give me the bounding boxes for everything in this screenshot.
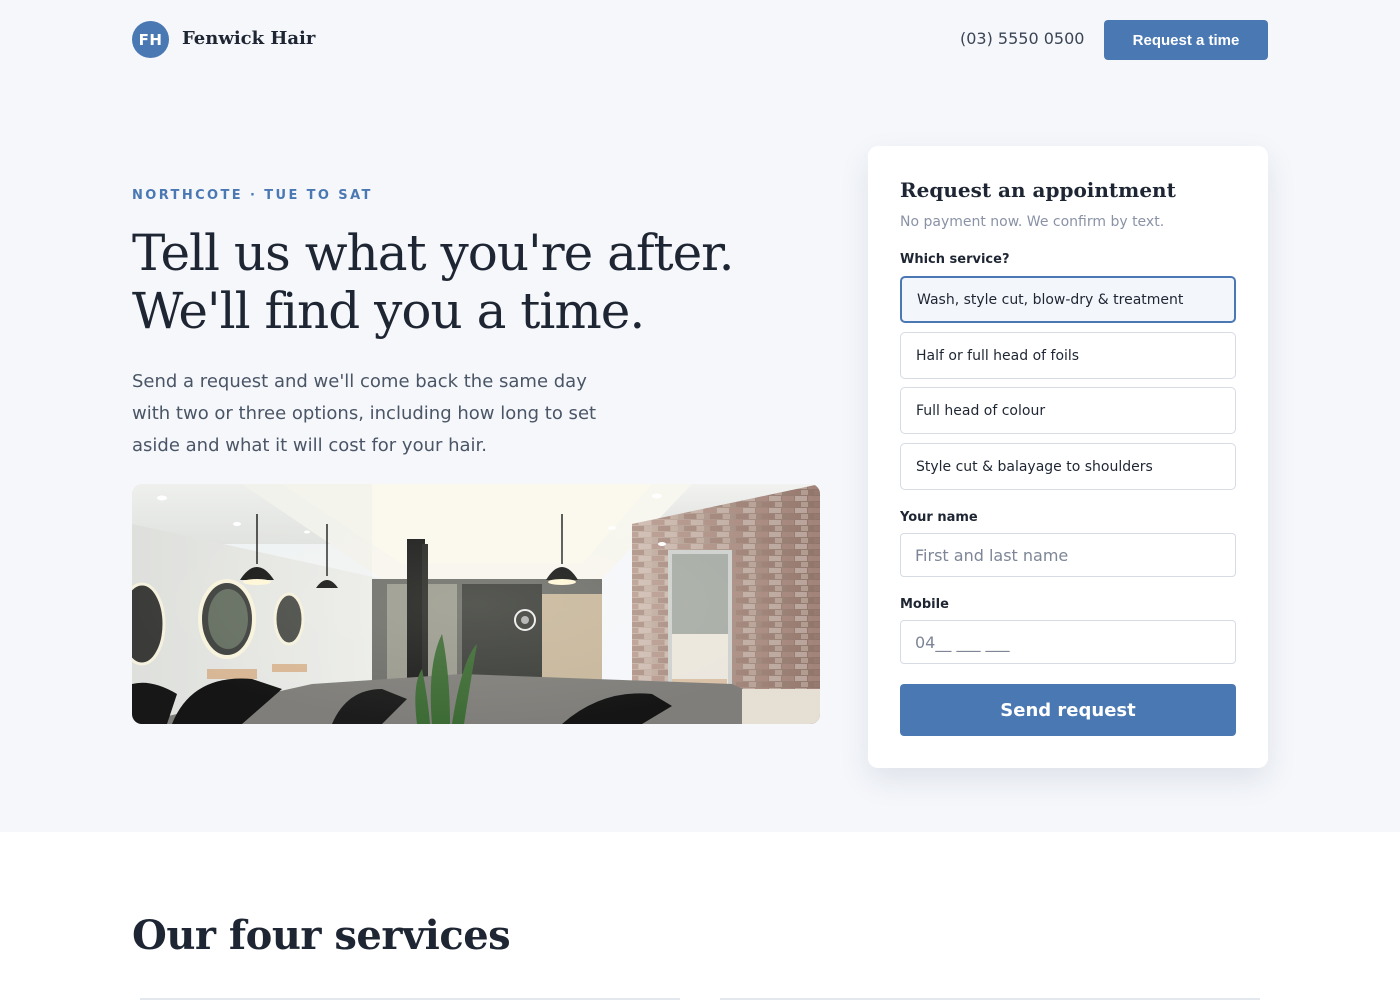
services-section: Our four services (0, 832, 1400, 1000)
form-title: Request an appointment (900, 178, 1176, 202)
service-option-label: Style cut & balayage to shoulders (916, 458, 1153, 475)
service-option[interactable]: Style cut & balayage to shoulders (900, 443, 1236, 490)
hero-eyebrow: NORTHCOTE · TUE TO SAT (132, 188, 373, 203)
request-time-button[interactable]: Request a time (1104, 20, 1268, 60)
mobile-input[interactable] (900, 620, 1236, 664)
hero-title: Tell us what you're after. We'll find yo… (132, 224, 734, 340)
send-request-button[interactable]: Send request (900, 684, 1236, 736)
name-input[interactable] (900, 533, 1236, 577)
service-option[interactable]: Wash, style cut, blow-dry & treatment (900, 276, 1236, 323)
name-label: Your name (900, 510, 978, 525)
mobile-label: Mobile (900, 597, 949, 612)
service-option[interactable]: Full head of colour (900, 387, 1236, 434)
phone-link[interactable]: (03) 5550 0500 (960, 29, 1084, 48)
services-title: Our four services (132, 912, 511, 959)
service-option[interactable]: Half or full head of foils (900, 332, 1236, 379)
appointment-card: Request an appointment No payment now. W… (868, 146, 1268, 768)
form-subtitle: No payment now. We confirm by text. (900, 214, 1165, 230)
service-option-label: Wash, style cut, blow-dry & treatment (917, 291, 1184, 308)
service-option-label: Half or full head of foils (916, 347, 1080, 364)
salon-photo (132, 484, 820, 724)
hero-lead: Send a request and we'll come back the s… (132, 371, 597, 456)
brand-name[interactable]: Fenwick Hair (182, 28, 315, 49)
service-option-label: Full head of colour (916, 402, 1046, 419)
service-label: Which service? (900, 252, 1010, 267)
site-header: FH Fenwick Hair (03) 5550 0500 Request a… (0, 0, 1400, 80)
logo-badge[interactable]: FH (132, 21, 169, 58)
